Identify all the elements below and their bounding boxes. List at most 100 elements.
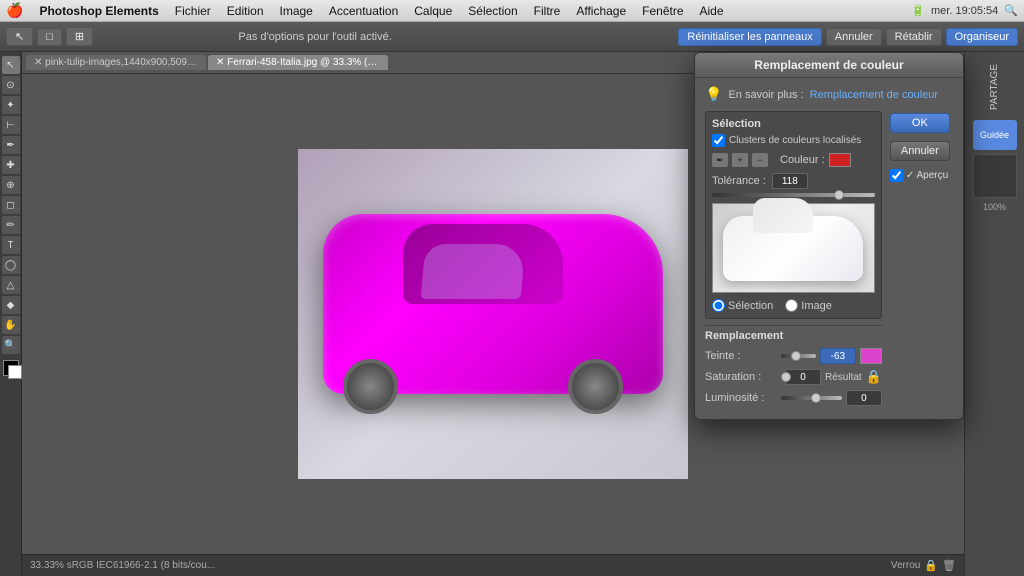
menu-aide[interactable]: Aide [692, 2, 732, 20]
foreground-color[interactable] [3, 360, 19, 376]
organizer-btn[interactable]: Organiseur [946, 28, 1018, 46]
dialog-left-col: Sélection Clusters de couleurs localisés… [705, 111, 882, 411]
ok-button[interactable]: OK [890, 113, 950, 133]
menu-photoshop[interactable]: Photoshop Elements [31, 2, 166, 20]
cancel-dialog-button[interactable]: Annuler [890, 141, 950, 161]
apercu-checkbox[interactable] [890, 169, 903, 182]
dialog-info-link[interactable]: Remplacement de couleur [810, 89, 938, 101]
toolbar-status: Pas d'options pour l'outil activé. [238, 31, 391, 43]
tool-options[interactable]: ⊞ [66, 27, 93, 46]
image-radio-label[interactable]: Image [785, 299, 832, 312]
dialog-main-cols: Sélection Clusters de couleurs localisés… [705, 111, 953, 411]
teinte-value[interactable]: -63 [820, 348, 856, 364]
apercu-label: ✓ Aperçu [906, 170, 948, 181]
dialog-info-text: En savoir plus : [728, 89, 803, 101]
info-icon: 💡 [705, 86, 722, 103]
battery-icon: 🔋 [911, 4, 925, 17]
left-toolbar: ↖ ⊙ ✦ ⊢ ✒ ✚ ⊕ ◻ ✏ T ◯ △ ◆ ✋ 🔍 [0, 52, 22, 576]
apple-logo[interactable]: 🍎 [6, 2, 23, 19]
eyedropper-btn-2[interactable]: + [732, 153, 748, 167]
preview-car-bg [713, 204, 874, 292]
clusters-row: Clusters de couleurs localisés [712, 134, 875, 147]
menu-accentuation[interactable]: Accentuation [321, 2, 406, 20]
tolerance-label: Tolérance : [712, 175, 766, 187]
menu-selection[interactable]: Sélection [460, 2, 525, 20]
menu-fenetre[interactable]: Fenêtre [634, 2, 691, 20]
redo-btn[interactable]: Rétablir [886, 28, 942, 46]
tab-ferrari[interactable]: ✕ Ferrari-458-Italia.jpg @ 33.3% (Arrièr… [208, 55, 388, 70]
image-radio[interactable] [785, 299, 798, 312]
reset-panels-btn[interactable]: Réinitialiser les panneaux [678, 28, 821, 46]
clock: mer. 19:05:54 [931, 5, 998, 17]
teinte-row: Teinte : -63 [705, 348, 882, 364]
eyedropper-btn-1[interactable]: ✒ [712, 153, 728, 167]
tolerance-value[interactable]: 118 [772, 173, 808, 189]
tool-text[interactable]: T [2, 236, 20, 254]
menu-fichier[interactable]: Fichier [167, 2, 219, 20]
selection-radio-label[interactable]: Sélection [712, 299, 773, 312]
luminosite-value[interactable]: 0 [846, 390, 882, 406]
car-illustration [323, 214, 663, 414]
menu-filtre[interactable]: Filtre [526, 2, 569, 20]
tool-move[interactable]: ↖ [6, 27, 33, 46]
tool-lasso[interactable]: ⊙ [2, 76, 20, 94]
tab-tulip[interactable]: ✕ pink-tulip-images,1440x900,50989.jpg @… [26, 55, 206, 70]
eyedropper-btn-3[interactable]: − [752, 153, 768, 167]
menu-bar: 🍎 Photoshop Elements Fichier Edition Ima… [0, 0, 1024, 22]
lock-icon: 🔒 [924, 559, 938, 572]
menu-image[interactable]: Image [272, 2, 321, 20]
menu-edition[interactable]: Edition [219, 2, 272, 20]
tool-zoom[interactable]: 🔍 [2, 336, 20, 354]
share-label: PARTAGE [989, 64, 1000, 110]
tool-shape[interactable]: ◯ [2, 256, 20, 274]
tool-sponge[interactable]: ◆ [2, 296, 20, 314]
zoom-level: 100% [983, 202, 1006, 212]
car-wheel-rear [343, 359, 398, 414]
status-bar: 33.33% sRGB IEC61966-2.1 (8 bits/cou... … [22, 554, 964, 576]
tolerance-row: Tolérance : 118 [712, 173, 875, 189]
dialog-title: Remplacement de couleur [754, 58, 903, 72]
guided-btn[interactable]: Guidée [973, 120, 1017, 150]
dialog-right-col: OK Annuler ✓ Aperçu [890, 111, 953, 411]
clusters-checkbox[interactable] [712, 134, 725, 147]
tool-eraser[interactable]: ◻ [2, 196, 20, 214]
resultat-label: Résultat [825, 372, 862, 383]
selection-section: Sélection Clusters de couleurs localisés… [705, 111, 882, 319]
trash-icon[interactable]: 🗑 [942, 559, 956, 572]
saturation-thumb[interactable] [781, 372, 791, 382]
dialog-titlebar: Remplacement de couleur [695, 53, 963, 78]
replacement-title: Remplacement [705, 330, 882, 342]
eyedropper-row: ✒ + − Couleur : [712, 153, 875, 167]
tool-blur[interactable]: △ [2, 276, 20, 294]
clusters-label: Clusters de couleurs localisés [729, 135, 861, 146]
selection-radio[interactable] [712, 299, 725, 312]
replacement-section: Remplacement Teinte : -63 [705, 330, 882, 406]
canvas-document [298, 149, 688, 479]
saturation-row: Saturation : 0 Résultat 🔒 [705, 369, 882, 385]
luminosite-thumb[interactable] [811, 393, 821, 403]
search-icon[interactable]: 🔍 [1004, 4, 1018, 17]
tool-heal[interactable]: ✚ [2, 156, 20, 174]
tool-magic-wand[interactable]: ✦ [2, 96, 20, 114]
color-swatch[interactable] [829, 153, 851, 167]
undo-btn[interactable]: Annuler [826, 28, 882, 46]
teinte-thumb[interactable] [791, 351, 801, 361]
selection-header: Sélection [712, 118, 875, 130]
menu-affichage[interactable]: Affichage [568, 2, 634, 20]
tool-clone[interactable]: ⊕ [2, 176, 20, 194]
tool-crop[interactable]: ⊢ [2, 116, 20, 134]
tool-select[interactable]: □ [37, 28, 62, 46]
lock-icon[interactable]: 🔒 [866, 369, 882, 385]
menu-calque[interactable]: Calque [406, 2, 460, 20]
tool-hand[interactable]: ✋ [2, 316, 20, 334]
couleur-label: Couleur : [780, 154, 825, 166]
tolerance-thumb[interactable] [834, 190, 844, 200]
tool-eyedropper[interactable]: ✒ [2, 136, 20, 154]
luminosite-slider [781, 391, 842, 405]
right-panel: PARTAGE Guidée 100% [964, 52, 1024, 576]
teinte-result-swatch[interactable] [860, 348, 882, 364]
selection-title: Sélection [712, 118, 761, 130]
tool-arrow[interactable]: ↖ [2, 56, 20, 74]
tool-brush[interactable]: ✏ [2, 216, 20, 234]
teinte-label: Teinte : [705, 350, 777, 362]
